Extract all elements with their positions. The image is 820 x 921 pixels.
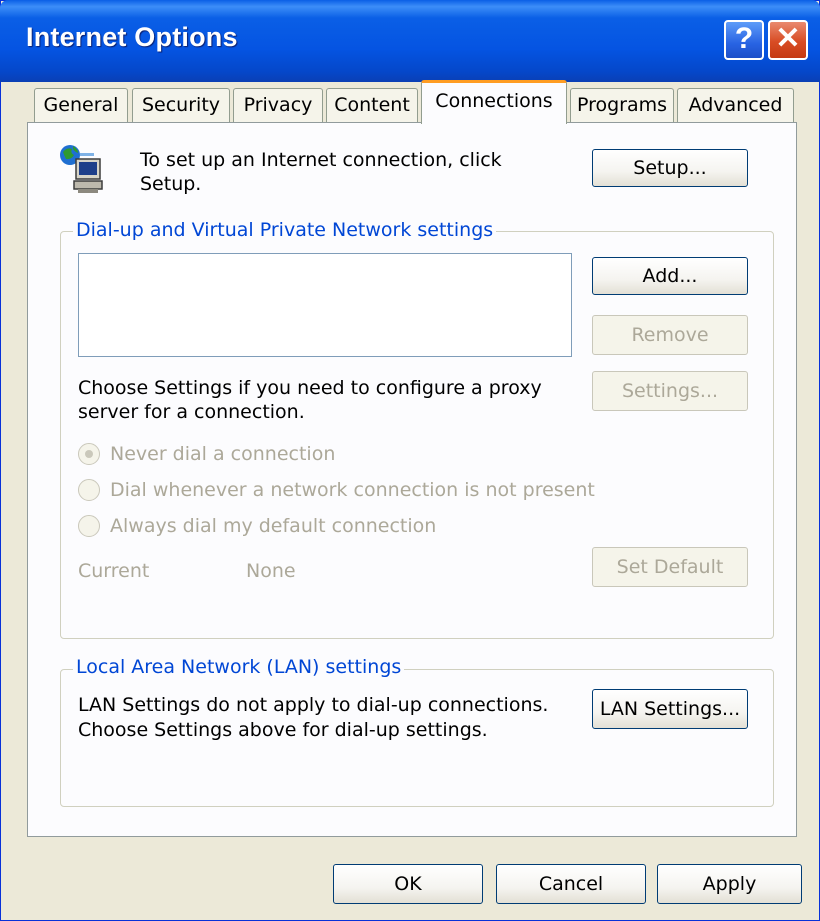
settings-button[interactable]: Settings... bbox=[592, 371, 748, 411]
lan-info-line1: LAN Settings do not apply to dial-up con… bbox=[78, 694, 549, 716]
set-default-button[interactable]: Set Default bbox=[592, 547, 748, 587]
apply-button[interactable]: Apply bbox=[657, 864, 802, 904]
proxy-instruction-line2: server for a connection. bbox=[78, 401, 305, 423]
ok-button[interactable]: OK bbox=[333, 864, 483, 904]
tab-advanced[interactable]: Advanced bbox=[677, 88, 794, 122]
add-button[interactable]: Add... bbox=[592, 257, 748, 295]
radio-always-dial-default-label: Always dial my default connection bbox=[110, 515, 437, 537]
setup-button[interactable]: Setup... bbox=[592, 149, 748, 187]
connections-panel: To set up an Internet connection, click … bbox=[27, 122, 797, 837]
tab-security[interactable]: Security bbox=[132, 88, 230, 122]
setup-instruction-line2: Setup. bbox=[140, 173, 202, 195]
radio-always-dial-default[interactable] bbox=[78, 515, 100, 537]
close-button[interactable]: ✕ bbox=[768, 20, 808, 60]
current-connection-label: Current bbox=[78, 560, 150, 582]
connections-list[interactable] bbox=[78, 253, 572, 357]
window-title: Internet Options bbox=[26, 22, 238, 52]
cancel-button[interactable]: Cancel bbox=[496, 864, 646, 904]
proxy-instruction-line1: Choose Settings if you need to configure… bbox=[78, 377, 542, 399]
tab-connections[interactable]: Connections bbox=[421, 80, 567, 124]
lan-settings-group-label: Local Area Network (LAN) settings bbox=[73, 656, 405, 678]
lan-settings-button[interactable]: LAN Settings... bbox=[592, 689, 748, 729]
radio-never-dial-label: Never dial a connection bbox=[110, 443, 336, 465]
lan-info-line2: Choose Settings above for dial-up settin… bbox=[78, 719, 488, 741]
radio-never-dial[interactable] bbox=[78, 443, 100, 465]
radio-dial-when-no-network[interactable] bbox=[78, 479, 100, 501]
radio-dial-when-no-network-label: Dial whenever a network connection is no… bbox=[110, 479, 595, 501]
tab-programs[interactable]: Programs bbox=[570, 88, 674, 122]
help-button[interactable]: ? bbox=[724, 20, 764, 60]
network-setup-icon bbox=[58, 143, 104, 195]
radio-selected-dot bbox=[85, 450, 93, 458]
tab-general[interactable]: General bbox=[34, 88, 128, 122]
remove-button[interactable]: Remove bbox=[592, 315, 748, 355]
current-connection-value: None bbox=[246, 560, 296, 582]
setup-instruction-line1: To set up an Internet connection, click bbox=[140, 149, 502, 171]
dialup-vpn-group-label: Dial-up and Virtual Private Network sett… bbox=[73, 219, 497, 241]
tab-content[interactable]: Content bbox=[326, 88, 418, 122]
tab-privacy[interactable]: Privacy bbox=[233, 88, 323, 122]
